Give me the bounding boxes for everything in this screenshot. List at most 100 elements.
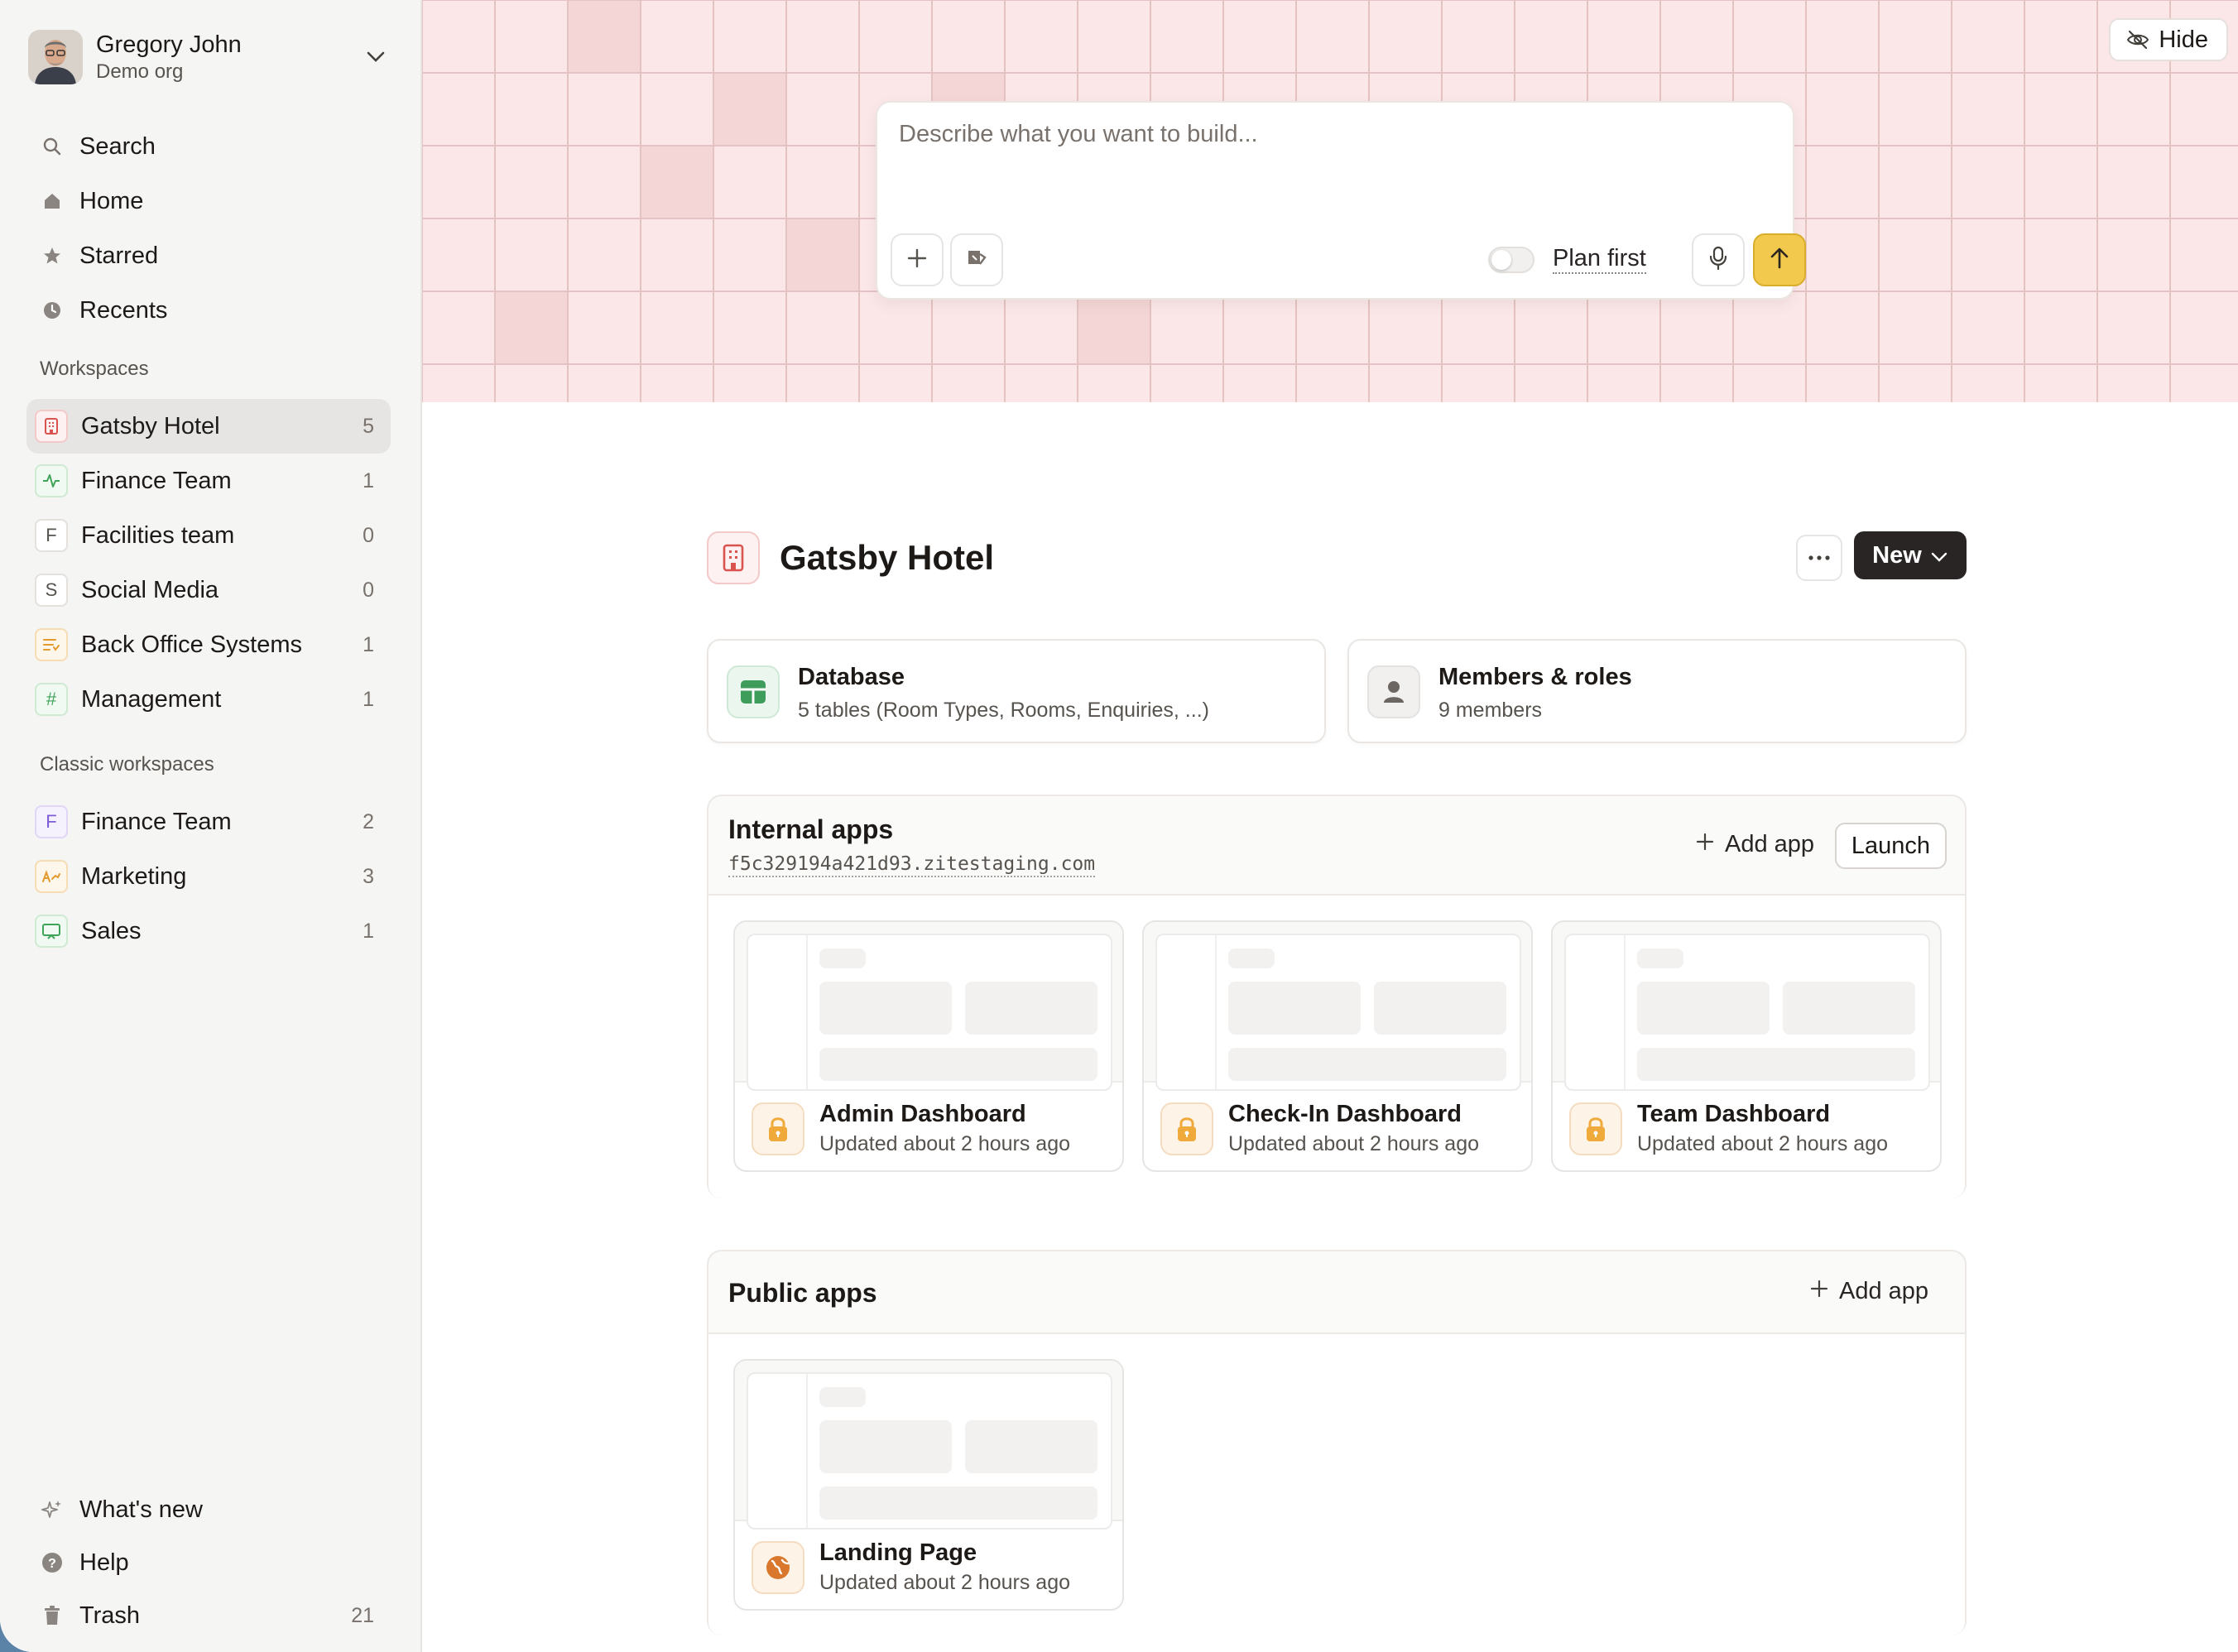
chevron-down-icon: [1930, 542, 1948, 569]
hide-button[interactable]: Hide: [2109, 18, 2228, 61]
building-icon: [35, 410, 68, 443]
list-icon: [35, 628, 68, 661]
database-card[interactable]: Database 5 tables (Room Types, Rooms, En…: [707, 639, 1326, 743]
card-title: Members & roles: [1438, 664, 1632, 690]
app-window: Gregory John Demo org Search Home Starre…: [0, 0, 2238, 1652]
main-nav: Search Home Starred Recents: [26, 119, 391, 338]
build-prompt[interactable]: Describe what you want to build... Plan …: [876, 101, 1806, 300]
sidebar-item-social-media[interactable]: S Social Media 0: [26, 563, 391, 617]
activity-icon: [35, 464, 68, 497]
plan-first-label[interactable]: Plan first: [1553, 244, 1646, 274]
nav-label: Recents: [79, 296, 168, 324]
workspace-name: Management: [81, 685, 222, 713]
workspace-initial-badge: F: [35, 805, 68, 838]
prompt-input[interactable]: Describe what you want to build...: [899, 121, 1258, 148]
search-icon: [40, 134, 65, 159]
more-options-button[interactable]: [1796, 535, 1842, 581]
workspace-name: Facilities team: [81, 521, 235, 549]
nav-home[interactable]: Home: [26, 174, 391, 228]
chevron-down-icon[interactable]: [359, 41, 392, 74]
sidebar-item-back-office-systems[interactable]: Back Office Systems 1: [26, 617, 391, 672]
nav-label: Search: [79, 132, 156, 160]
workspaces-heading: Workspaces: [40, 358, 149, 380]
app-url-link[interactable]: f5c329194a421d93.zitestaging.com: [728, 852, 1096, 877]
sidebar-item-facilities-team[interactable]: F Facilities team 0: [26, 508, 391, 563]
attach-button[interactable]: [891, 233, 944, 286]
app-card[interactable]: Check-In Dashboard Updated about 2 hours…: [1142, 920, 1533, 1172]
nav-starred[interactable]: Starred: [26, 228, 391, 283]
globe-icon: [752, 1541, 804, 1594]
plus-icon: [1695, 831, 1715, 858]
bottom-nav: What's new ? Help Trash 21: [26, 1483, 391, 1642]
user-org: Demo org: [96, 60, 184, 83]
app-card[interactable]: Admin Dashboard Updated about 2 hours ag…: [733, 920, 1124, 1172]
plan-first-toggle[interactable]: [1488, 247, 1534, 273]
sidebar-item-gatsby-hotel[interactable]: Gatsby Hotel 5: [26, 399, 391, 454]
workspace-count: 3: [363, 864, 374, 888]
app-card[interactable]: Landing Page Updated about 2 hours ago: [733, 1359, 1124, 1611]
clock-icon: [40, 298, 65, 323]
nav-recents[interactable]: Recents: [26, 283, 391, 338]
card-subtitle: 5 tables (Room Types, Rooms, Enquiries, …: [798, 699, 1209, 722]
app-card[interactable]: Team Dashboard Updated about 2 hours ago: [1551, 920, 1942, 1172]
classic-workspace-list: F Finance Team 2 Marketing 3 Sales 1: [26, 795, 391, 958]
workspace-name: Marketing: [81, 862, 187, 890]
nav-whats-new[interactable]: What's new: [26, 1483, 391, 1536]
app-updated: Updated about 2 hours ago: [1228, 1132, 1480, 1155]
add-app-label: Add app: [1839, 1278, 1929, 1304]
add-app-button[interactable]: Add app: [1695, 831, 1814, 858]
workspace-count: 0: [363, 523, 374, 547]
workspace-count: 0: [363, 578, 374, 602]
user-name: Gregory John: [96, 31, 242, 58]
sidebar-item-sales[interactable]: Sales 1: [26, 904, 391, 958]
nav-label: Home: [79, 187, 144, 214]
workspace-count: 1: [363, 919, 374, 943]
app-preview: [735, 1361, 1122, 1530]
members-card[interactable]: Members & roles 9 members: [1347, 639, 1967, 743]
app-name: Check-In Dashboard: [1228, 1101, 1462, 1127]
workspace-name: Finance Team: [81, 808, 232, 835]
table-icon: [727, 665, 780, 718]
nav-label: Starred: [79, 242, 159, 269]
internal-apps-grid: Admin Dashboard Updated about 2 hours ag…: [708, 894, 1965, 1198]
add-app-button[interactable]: Add app: [1809, 1278, 1928, 1305]
section-title: Internal apps: [728, 814, 894, 844]
internal-apps-panel: Internal apps f5c329194a421d93.zitestagi…: [707, 795, 1967, 1198]
hash-icon: #: [35, 683, 68, 716]
workspace-name: Social Media: [81, 576, 219, 603]
workspace-header: Gatsby Hotel New: [707, 531, 1967, 588]
nav-label: Help: [79, 1549, 129, 1576]
nav-help[interactable]: ? Help: [26, 1536, 391, 1589]
workspace-count: 5: [363, 414, 374, 438]
workspace-count: 1: [363, 687, 374, 711]
sparkle-icon: [40, 1497, 65, 1522]
lock-icon: [1160, 1102, 1213, 1155]
launch-button[interactable]: Launch: [1834, 823, 1947, 869]
app-preview: [1144, 922, 1531, 1091]
workspace-list: Gatsby Hotel 5 Finance Team 1 F Faciliti…: [26, 399, 391, 727]
nav-trash[interactable]: Trash 21: [26, 1589, 391, 1642]
public-apps-panel: Public apps Add app Landing Page Updated…: [707, 1250, 1967, 1635]
arrow-up-icon: [1770, 247, 1789, 274]
sidebar-item-classic-finance-team[interactable]: F Finance Team 2: [26, 795, 391, 849]
card-subtitle: 9 members: [1438, 699, 1543, 722]
presentation-icon: [35, 915, 68, 948]
mic-button[interactable]: [1692, 233, 1745, 286]
svg-text:?: ?: [48, 1557, 56, 1571]
plus-icon: [906, 247, 928, 273]
home-icon: [40, 189, 65, 214]
page-title: Gatsby Hotel: [780, 538, 995, 577]
user-menu[interactable]: Gregory John Demo org: [28, 28, 392, 86]
app-updated: Updated about 2 hours ago: [819, 1571, 1071, 1594]
workspace-initial-badge: F: [35, 519, 68, 552]
nav-search[interactable]: Search: [26, 119, 391, 174]
app-preview: [1553, 922, 1940, 1091]
sidebar-item-marketing[interactable]: Marketing 3: [26, 849, 391, 904]
workspace-content: Gatsby Hotel New Database 5 tables (Room…: [422, 402, 2238, 1652]
sidebar-item-finance-team[interactable]: Finance Team 1: [26, 454, 391, 508]
lock-icon: [752, 1102, 804, 1155]
sidebar-item-management[interactable]: # Management 1: [26, 672, 391, 727]
theme-button[interactable]: [950, 233, 1003, 286]
send-button[interactable]: [1753, 233, 1806, 286]
new-button[interactable]: New: [1854, 531, 1967, 579]
